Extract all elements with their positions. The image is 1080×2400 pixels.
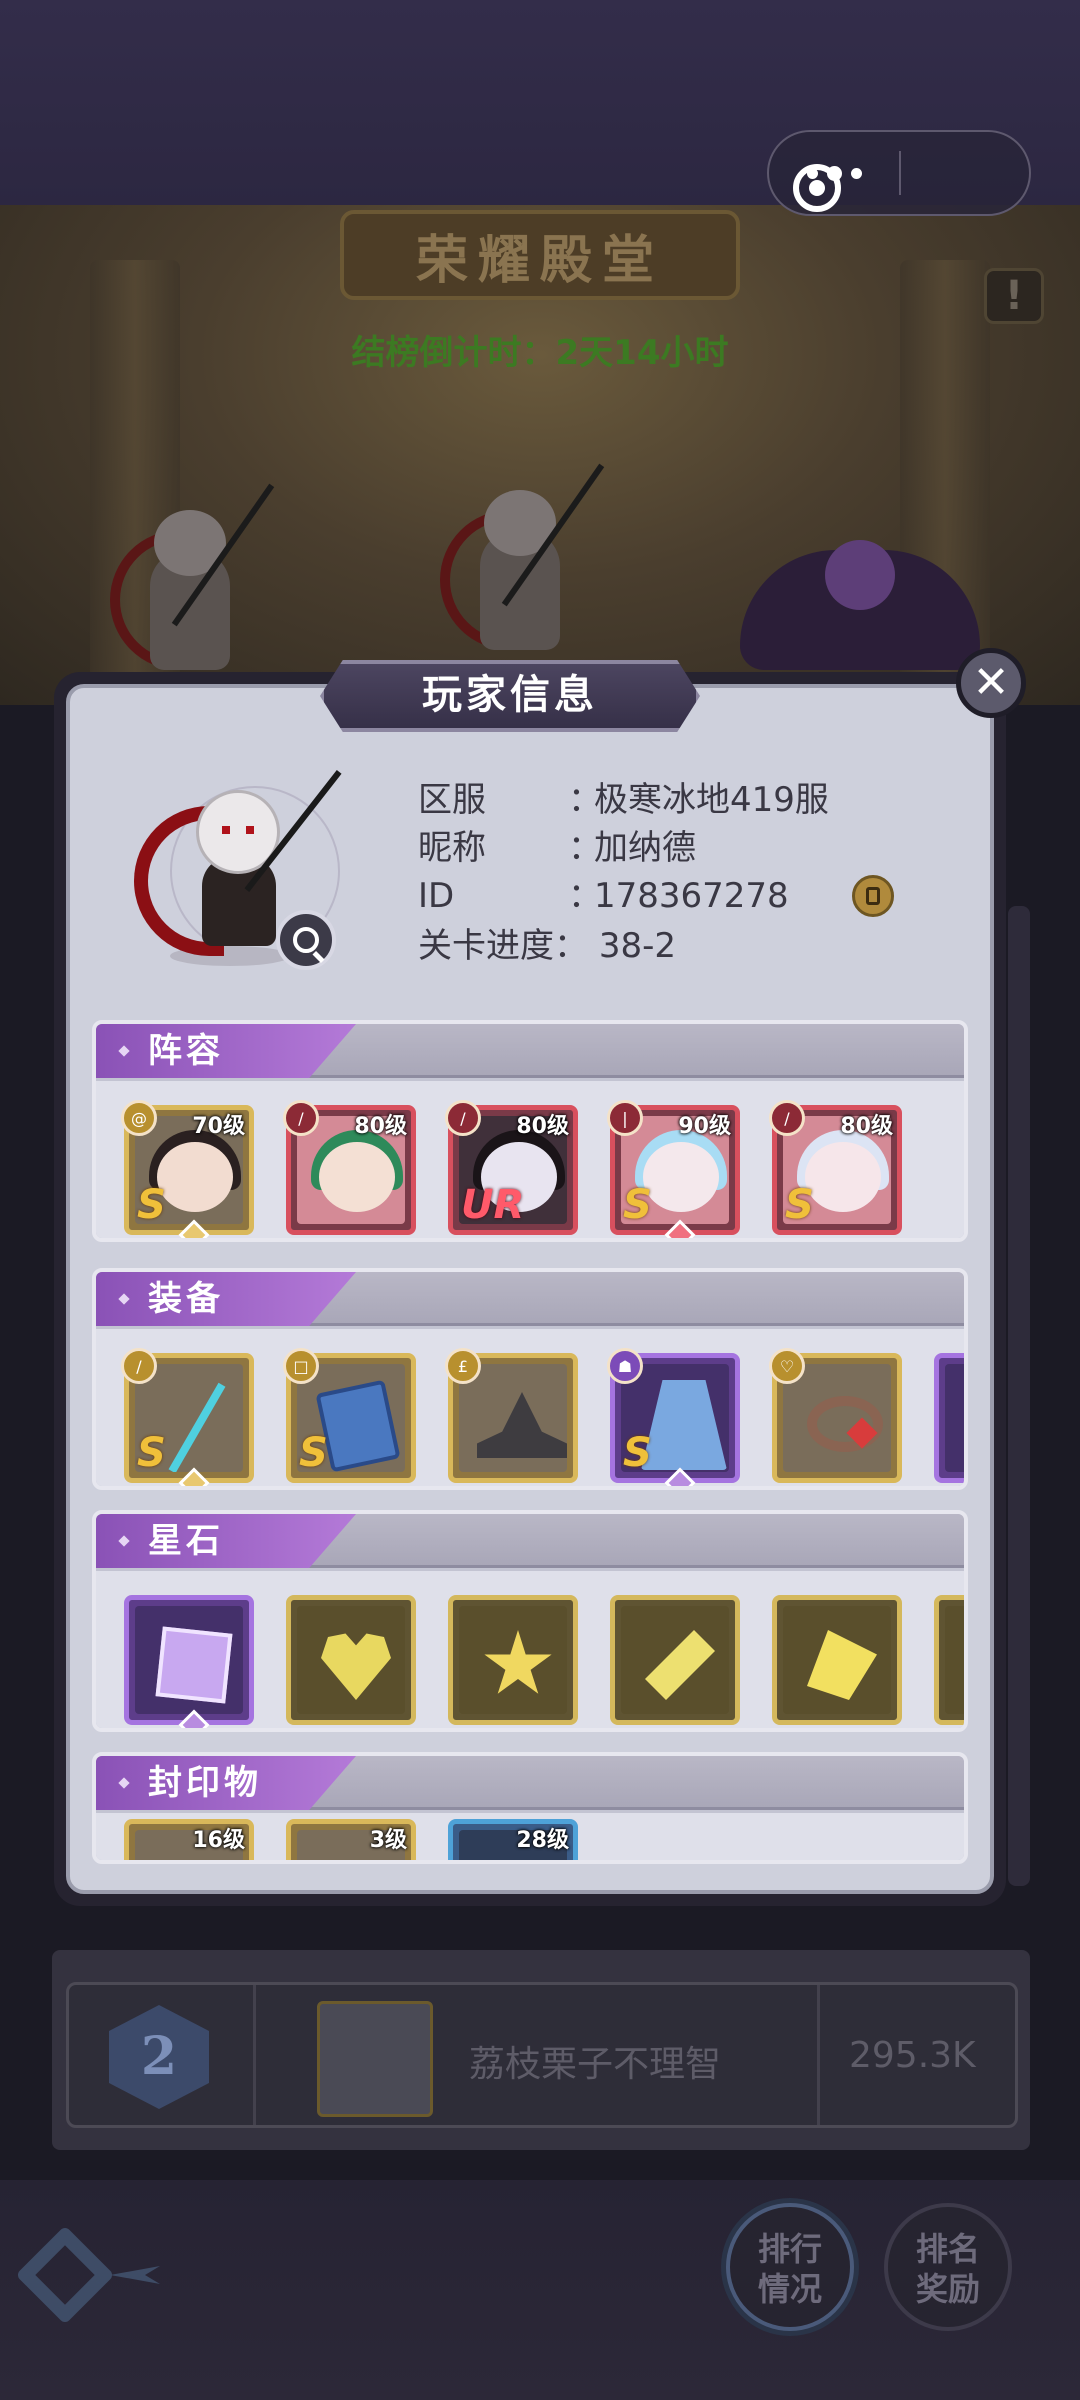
equipment-slot[interactable]: £ bbox=[445, 1348, 578, 1483]
hero-slot[interactable]: @ 70级 S bbox=[121, 1100, 254, 1238]
podium-hero-left[interactable] bbox=[110, 483, 275, 690]
seal-section: 封印物 16级 3级 28级 bbox=[92, 1752, 968, 1864]
server-value: 极寒冰地419服 bbox=[594, 780, 829, 820]
sword-icon: / bbox=[445, 1100, 481, 1136]
nickname-value: 加纳德 bbox=[594, 828, 696, 868]
star-stone-slot[interactable] bbox=[934, 1595, 964, 1725]
info-button[interactable]: ! bbox=[984, 268, 1044, 324]
triangle-gem-icon bbox=[807, 1630, 877, 1700]
seal-slot[interactable]: 16级 bbox=[124, 1819, 254, 1860]
rank-reward-button[interactable]: 排名 奖励 bbox=[884, 2203, 1012, 2331]
swirl-icon: @ bbox=[121, 1100, 157, 1136]
staff-icon: | bbox=[607, 1100, 643, 1136]
stage-row: 关卡进度： 38-2 bbox=[418, 922, 676, 970]
hall-title: 荣耀殿堂 bbox=[340, 210, 740, 300]
star-stone-section: 星石 bbox=[92, 1510, 968, 1732]
hero-slot[interactable]: / 80级 S bbox=[769, 1100, 902, 1235]
ranking-row[interactable]: 2 荔枝栗子不理智 295.3K bbox=[66, 1982, 1018, 2128]
podium-hero-center[interactable] bbox=[440, 463, 605, 670]
cape-icon bbox=[641, 1380, 727, 1470]
star-stone-slot[interactable] bbox=[448, 1595, 578, 1725]
magnifier-icon bbox=[293, 927, 319, 953]
copy-id-button[interactable] bbox=[852, 875, 894, 917]
rank-reward-label: 排名 奖励 bbox=[915, 2230, 980, 2308]
sword-icon: / bbox=[769, 1100, 805, 1136]
rank-status-button[interactable]: 排行 情况 bbox=[726, 2203, 854, 2331]
scrollbar[interactable] bbox=[1008, 906, 1030, 1886]
server-row: 区服 ：极寒冰地419服 bbox=[418, 776, 829, 824]
star-stone-title: 星石 bbox=[148, 1521, 224, 1561]
stage-value: 38-2 bbox=[598, 926, 676, 966]
book-icon bbox=[315, 1379, 401, 1472]
nickname-label: 昵称 bbox=[418, 828, 486, 868]
ranking-avatar bbox=[317, 2001, 433, 2117]
ring-icon bbox=[807, 1396, 883, 1452]
equipment-slot[interactable]: ☗ S bbox=[607, 1348, 740, 1486]
ranking-power: 295.3K bbox=[849, 2035, 976, 2076]
close-button[interactable]: ✕ bbox=[956, 648, 1026, 718]
nickname-row: 昵称 ：加纳德 bbox=[418, 824, 696, 872]
diamond-gem-icon bbox=[645, 1630, 715, 1700]
hero-slot[interactable]: / 80级 bbox=[283, 1100, 416, 1235]
equipment-slot[interactable]: / S bbox=[121, 1348, 254, 1486]
equipment-title: 装备 bbox=[148, 1279, 224, 1319]
star-stone-slot[interactable] bbox=[124, 1595, 254, 1728]
equipment-slot[interactable] bbox=[934, 1353, 964, 1483]
magnifier-button[interactable] bbox=[276, 910, 336, 970]
ranking-player-name: 荔枝栗子不理智 bbox=[469, 2044, 722, 2085]
back-arrow-icon[interactable] bbox=[15, 2225, 160, 2325]
star-gem-icon bbox=[484, 1630, 552, 1694]
star-stone-slot[interactable] bbox=[286, 1595, 416, 1725]
hero-slot[interactable]: / 80级 UR bbox=[445, 1100, 578, 1235]
lineup-section: 阵容 @ 70级 S / 80级 / 80级 UR | 90级 S / 80级 … bbox=[92, 1020, 968, 1242]
countdown-text: 结榜倒计时：2天14小时 bbox=[351, 333, 729, 373]
server-label: 区服 bbox=[418, 780, 486, 820]
square-gem-icon bbox=[155, 1626, 233, 1704]
dialog-title: 玩家信息 bbox=[320, 660, 700, 732]
copy-icon bbox=[866, 887, 880, 905]
rank-badge: 2 bbox=[109, 2005, 209, 2109]
sword-icon: / bbox=[283, 1100, 319, 1136]
id-value: 178367278 bbox=[594, 876, 789, 916]
close-icon: ✕ bbox=[972, 657, 1010, 708]
hat-icon bbox=[477, 1392, 567, 1458]
equipment-slot[interactable]: ♡ bbox=[769, 1348, 902, 1483]
equipment-section: 装备 / S □ S £ ☗ S ♡ bbox=[92, 1268, 968, 1490]
id-label: ID bbox=[418, 876, 455, 916]
seal-title: 封印物 bbox=[148, 1763, 262, 1803]
heart-gem-icon bbox=[321, 1633, 391, 1700]
seal-slot[interactable]: 3级 bbox=[286, 1819, 416, 1860]
rank-status-label: 排行 情况 bbox=[757, 2230, 822, 2308]
stage-label: 关卡进度： bbox=[418, 926, 588, 966]
star-stone-slot[interactable] bbox=[772, 1595, 902, 1725]
seal-slot[interactable]: 28级 bbox=[448, 1819, 578, 1860]
hero-slot[interactable]: | 90级 S bbox=[607, 1100, 740, 1238]
trident-icon bbox=[168, 1382, 226, 1472]
id-row: ID ：178367278 bbox=[418, 872, 789, 920]
star-stone-slot[interactable] bbox=[610, 1595, 740, 1725]
miniprogram-capsule bbox=[767, 130, 1031, 216]
lineup-title: 阵容 bbox=[148, 1031, 224, 1071]
equipment-slot[interactable]: □ S bbox=[283, 1348, 416, 1483]
